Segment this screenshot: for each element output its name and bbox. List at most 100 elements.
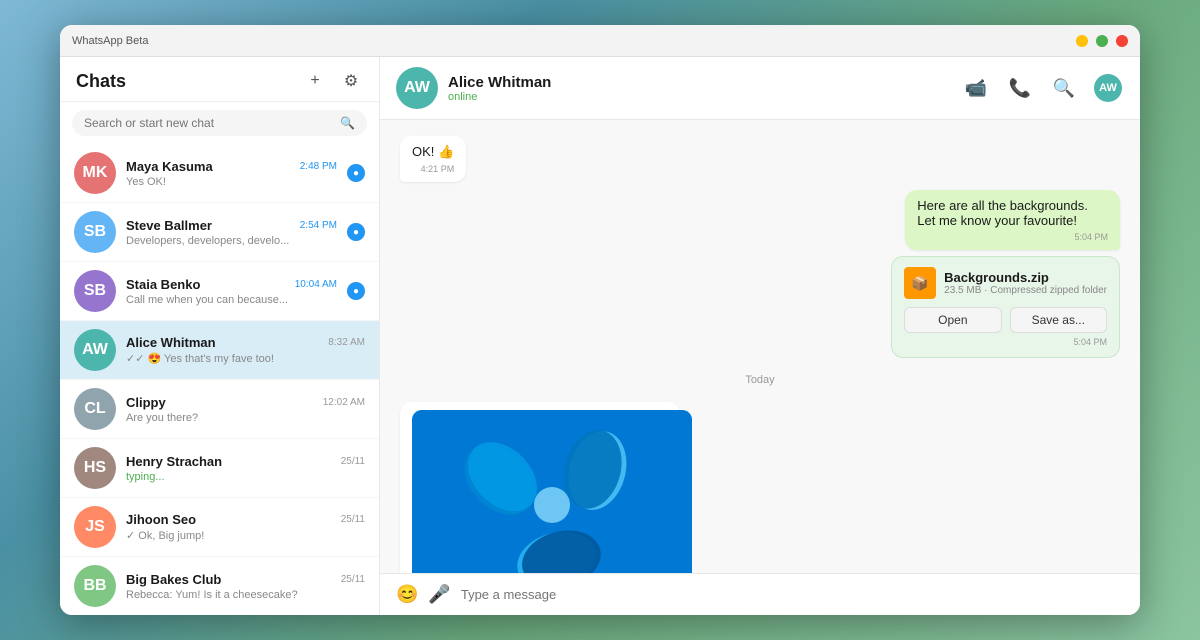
message-image — [412, 410, 692, 573]
chat-preview: Developers, developers, develo... — [126, 235, 337, 247]
chat-name-row: Maya Kasuma 2:48 PM — [126, 159, 337, 174]
chat-list-item[interactable]: SB Staia Benko 10:04 AM Call me when you… — [60, 262, 379, 321]
chat-avatar: AW — [74, 329, 116, 371]
message-text: Here are all the backgrounds. Let me kno… — [917, 198, 1088, 228]
app-window: WhatsApp Beta ─ □ ✕ Chats + ⚙ 🔍 — [60, 25, 1140, 615]
chat-time: 12:02 AM — [323, 397, 365, 408]
chat-name: Henry Strachan — [126, 454, 222, 469]
chat-list-item[interactable]: CL Clippy 12:02 AM Are you there? — [60, 380, 379, 439]
chat-name: Maya Kasuma — [126, 159, 213, 174]
message-bubble: OK! 👍 4:21 PM — [400, 136, 466, 182]
unread-badge: ● — [347, 282, 365, 300]
title-bar-controls: ─ □ ✕ — [1076, 35, 1128, 47]
search-icon: 🔍 — [340, 116, 355, 130]
sidebar-header: Chats + ⚙ — [60, 57, 379, 102]
chat-preview: ✓✓ 😍 Yes that's my fave too! — [126, 352, 365, 365]
title-bar: WhatsApp Beta ─ □ ✕ — [60, 25, 1140, 57]
message-row: OK! 👍 4:21 PM — [400, 136, 1120, 182]
message-time: 4:21 PM — [412, 164, 454, 174]
chat-header-info: Alice Whitman online — [448, 74, 551, 103]
chat-name: Big Bakes Club — [126, 572, 221, 587]
save-file-button[interactable]: Save as... — [1010, 307, 1107, 333]
file-size: 23.5 MB · Compressed zipped folder — [944, 285, 1107, 296]
app-title: WhatsApp Beta — [72, 35, 148, 47]
chat-name-row: Alice Whitman 8:32 AM — [126, 335, 365, 350]
unread-badge: ● — [347, 164, 365, 182]
file-name: Backgrounds.zip — [944, 270, 1107, 285]
chat-name-row: Jihoon Seo 25/11 — [126, 512, 365, 527]
chat-time: 2:48 PM — [300, 161, 337, 172]
chat-header: AW Alice Whitman online 📹 📞 🔍 AW — [380, 57, 1140, 120]
chat-time: 8:32 AM — [328, 337, 365, 348]
message-bubble: Here are all the backgrounds. Let me kno… — [905, 190, 1120, 250]
chat-list-item[interactable]: JS Jihoon Seo 25/11 ✓ Ok, Big jump! — [60, 498, 379, 557]
chat-avatar: CL — [74, 388, 116, 430]
chat-name-row: Big Bakes Club 25/11 — [126, 572, 365, 587]
settings-button[interactable]: ⚙ — [339, 69, 363, 93]
chat-time: 25/11 — [341, 456, 365, 467]
chat-avatar: HS — [74, 447, 116, 489]
file-info: Backgrounds.zip 23.5 MB · Compressed zip… — [944, 270, 1107, 296]
emoji-button[interactable]: 😊 — [396, 584, 418, 605]
chat-time: 25/11 — [341, 574, 365, 585]
chat-info: Alice Whitman 8:32 AM ✓✓ 😍 Yes that's my… — [126, 335, 365, 365]
chat-name: Jihoon Seo — [126, 512, 196, 527]
chat-info: Staia Benko 10:04 AM Call me when you ca… — [126, 277, 337, 306]
message-input[interactable] — [461, 587, 1124, 602]
chat-name-row: Staia Benko 10:04 AM — [126, 277, 337, 292]
chat-list-item[interactable]: AW Alice Whitman 8:32 AM ✓✓ 😍 Yes that's… — [60, 321, 379, 380]
chat-name-row: Steve Ballmer 2:54 PM — [126, 218, 337, 233]
chat-info: Clippy 12:02 AM Are you there? — [126, 395, 365, 424]
file-actions: Open Save as... — [904, 307, 1107, 333]
chat-list: MK Maya Kasuma 2:48 PM Yes OK! ● SB Stev… — [60, 144, 379, 615]
date-divider: Today — [400, 374, 1120, 386]
message-time: 5:04 PM — [917, 232, 1108, 242]
chat-preview: Are you there? — [126, 412, 365, 424]
chat-info: Steve Ballmer 2:54 PM Developers, develo… — [126, 218, 337, 247]
chat-avatar: JS — [74, 506, 116, 548]
file-bubble-header: 📦 Backgrounds.zip 23.5 MB · Compressed z… — [904, 267, 1107, 299]
message-row: Here are all the backgrounds. Let me kno… — [400, 190, 1120, 358]
unread-badge: ● — [347, 223, 365, 241]
chat-list-item[interactable]: SB Steve Ballmer 2:54 PM Developers, dev… — [60, 203, 379, 262]
chat-list-item[interactable]: MK Maya Kasuma 2:48 PM Yes OK! ● — [60, 144, 379, 203]
chat-area: AW Alice Whitman online 📹 📞 🔍 AW — [380, 57, 1140, 615]
chat-header-actions: 📹 📞 🔍 AW — [960, 72, 1124, 104]
maximize-button[interactable]: □ — [1096, 35, 1108, 47]
search-chat-button[interactable]: 🔍 — [1048, 72, 1080, 104]
message-time: 5:04 PM — [904, 337, 1107, 347]
chat-input-bar: 😊 🎤 — [380, 573, 1140, 615]
chat-name: Alice Whitman — [126, 335, 216, 350]
chat-info: Maya Kasuma 2:48 PM Yes OK! — [126, 159, 337, 188]
chat-header-left: AW Alice Whitman online — [396, 67, 551, 109]
contact-status: online — [448, 91, 551, 103]
minimize-button[interactable]: ─ — [1076, 35, 1088, 47]
main-layout: Chats + ⚙ 🔍 MK Maya Kasuma 2:48 PM — [60, 57, 1140, 615]
attach-button[interactable]: 🎤 — [428, 584, 450, 605]
sidebar-title: Chats — [76, 71, 126, 92]
chat-preview: Rebecca: Yum! Is it a cheesecake? — [126, 589, 365, 601]
video-call-button[interactable]: 📹 — [960, 72, 992, 104]
chat-name: Clippy — [126, 395, 166, 410]
voice-call-button[interactable]: 📞 — [1004, 72, 1036, 104]
close-button[interactable]: ✕ — [1116, 35, 1128, 47]
contact-name: Alice Whitman — [448, 74, 551, 91]
chat-preview: Yes OK! — [126, 176, 337, 188]
chat-avatar: SB — [74, 211, 116, 253]
search-bar: 🔍 — [60, 102, 379, 144]
chat-preview: typing... — [126, 471, 365, 483]
chat-info: Jihoon Seo 25/11 ✓ Ok, Big jump! — [126, 512, 365, 542]
search-input[interactable] — [84, 116, 332, 130]
chat-time: 25/11 — [341, 514, 365, 525]
chat-time: 2:54 PM — [300, 220, 337, 231]
add-chat-button[interactable]: + — [303, 69, 327, 93]
image-message-bubble: This is beautiful! 8:11 AM — [400, 402, 680, 573]
contact-avatar-header[interactable]: AW — [1092, 72, 1124, 104]
chat-info: Big Bakes Club 25/11 Rebecca: Yum! Is it… — [126, 572, 365, 601]
chat-list-item[interactable]: BB Big Bakes Club 25/11 Rebecca: Yum! Is… — [60, 557, 379, 615]
messages-area: OK! 👍 4:21 PM Here are all the backgroun… — [380, 120, 1140, 573]
file-bubble: 📦 Backgrounds.zip 23.5 MB · Compressed z… — [891, 256, 1120, 358]
chat-list-item[interactable]: HS Henry Strachan 25/11 typing... — [60, 439, 379, 498]
chat-name: Steve Ballmer — [126, 218, 212, 233]
open-file-button[interactable]: Open — [904, 307, 1001, 333]
